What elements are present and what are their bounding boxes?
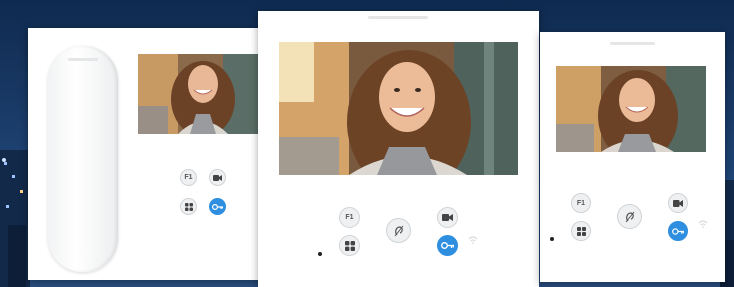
camera-icon [213, 174, 222, 181]
wifi-icon [468, 236, 478, 244]
f1-button[interactable]: F1 [180, 169, 197, 186]
handset[interactable] [48, 46, 118, 272]
door-key-button[interactable] [437, 235, 458, 256]
f1-icon: F1 [184, 174, 193, 181]
door-key-button[interactable] [668, 221, 688, 241]
handset-speaker-slot [68, 58, 98, 61]
hearing-loop-button[interactable] [617, 204, 642, 229]
grid-button[interactable] [571, 221, 591, 241]
key-icon [672, 227, 684, 235]
camera-button[interactable] [209, 169, 226, 186]
video-screen-center [279, 42, 518, 175]
grid-button[interactable] [180, 198, 197, 215]
speaker-grille [368, 16, 428, 19]
hearing-loop-icon [625, 211, 634, 222]
grid-icon [576, 226, 586, 236]
hearing-loop-button[interactable] [386, 218, 411, 243]
wifi-icon [698, 220, 708, 228]
f1-button[interactable]: F1 [571, 193, 591, 213]
key-icon [441, 242, 454, 249]
video-screen-left [138, 54, 258, 134]
status-led [318, 252, 322, 256]
monitor-left: F1 [28, 28, 273, 280]
grid-icon [184, 202, 193, 211]
camera-icon [673, 199, 683, 207]
door-key-button[interactable] [209, 198, 226, 215]
status-led [550, 237, 554, 241]
monitor-center: F1 [258, 11, 539, 287]
camera-icon [442, 214, 453, 221]
monitor-right: F1 [540, 32, 725, 282]
camera-button[interactable] [437, 207, 458, 228]
f1-button[interactable]: F1 [339, 207, 360, 228]
camera-button[interactable] [668, 193, 688, 213]
grid-button[interactable] [339, 235, 360, 256]
speaker-grille [610, 42, 655, 45]
f1-icon: F1 [576, 199, 586, 207]
key-icon [212, 203, 223, 210]
hearing-loop-icon [394, 225, 403, 236]
grid-icon [344, 240, 355, 251]
video-screen-right [556, 66, 706, 152]
f1-icon: F1 [345, 214, 354, 221]
